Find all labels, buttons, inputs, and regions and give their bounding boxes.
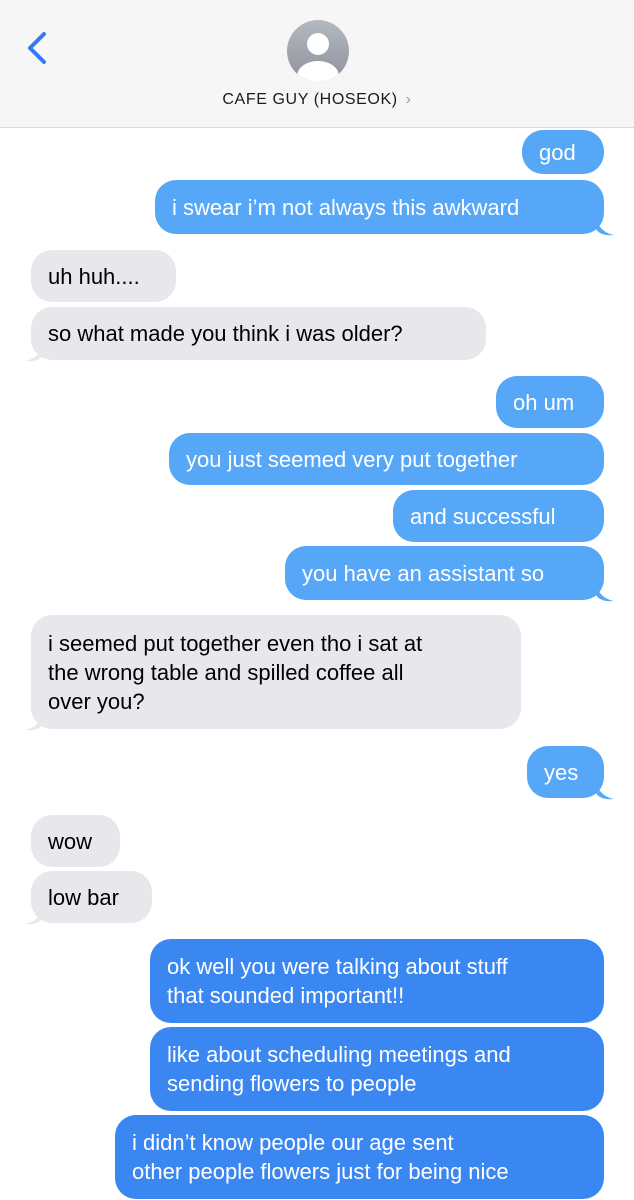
message-bubble-outgoing[interactable]: you have an assistant so <box>285 546 604 600</box>
message-text: uh huh.... <box>48 263 140 289</box>
message-bubble-outgoing[interactable]: i didn’t know people our age sent other … <box>115 1115 604 1199</box>
message-text: and successful <box>410 503 556 529</box>
message-text: i seemed put together even tho i sat at … <box>48 630 423 714</box>
bubble-tail-outgoing <box>596 584 614 602</box>
chevron-left-icon[interactable] <box>24 28 52 68</box>
bubble-tail-incoming <box>25 713 43 731</box>
message-text: ok well you were talking about stuff tha… <box>167 954 508 1008</box>
avatar[interactable] <box>287 20 349 82</box>
message-bubble-incoming[interactable]: low bar <box>31 871 152 923</box>
message-text: wow <box>48 828 93 854</box>
message-bubble-outgoing[interactable]: yes <box>527 746 604 798</box>
bubble-tail-outgoing <box>596 218 614 236</box>
person-silhouette-icon <box>297 33 339 82</box>
message-text: so what made you think i was older? <box>48 321 403 346</box>
message-bubble-outgoing[interactable]: you just seemed very put together <box>169 433 604 485</box>
message-bubble-outgoing[interactable]: like about scheduling meetings and sendi… <box>150 1027 604 1111</box>
message-bubble-outgoing[interactable]: and successful <box>393 490 604 542</box>
message-bubble-outgoing[interactable]: i swear i’m not always this awkward <box>155 180 604 234</box>
message-bubble-incoming[interactable]: so what made you think i was older? <box>31 307 486 360</box>
message-bubble-incoming[interactable]: i seemed put together even tho i sat at … <box>31 615 521 729</box>
message-text: you just seemed very put together <box>186 446 518 472</box>
bubble-tail-incoming <box>25 344 43 362</box>
contact-name-button[interactable]: CAFE GUY (HOSEOK) › <box>0 91 634 109</box>
message-bubble-outgoing[interactable]: oh um <box>496 376 604 428</box>
message-text: you have an assistant so <box>302 560 545 586</box>
message-bubble-incoming[interactable]: uh huh.... <box>31 250 176 302</box>
contact-name: CAFE GUY (HOSEOK) <box>222 91 398 108</box>
bubble-tail-outgoing <box>596 782 614 800</box>
chevron-right-icon: › <box>405 91 412 108</box>
conversation-header: CAFE GUY (HOSEOK) › <box>0 0 634 128</box>
message-text: i swear i’m not always this awkward <box>172 194 520 220</box>
message-bubble-incoming[interactable]: wow <box>31 815 120 867</box>
message-text: god <box>539 139 576 165</box>
message-bubble-outgoing[interactable]: ok well you were talking about stuff tha… <box>150 939 604 1023</box>
message-text: yes <box>544 759 579 785</box>
message-text: oh um <box>513 389 575 415</box>
message-text: low bar <box>48 884 119 910</box>
message-text: like about scheduling meetings and sendi… <box>167 1042 511 1096</box>
message-text: i didn’t know people our age sent other … <box>132 1130 509 1184</box>
bubble-tail-incoming <box>25 907 43 925</box>
message-bubble-outgoing[interactable]: god <box>522 130 604 174</box>
